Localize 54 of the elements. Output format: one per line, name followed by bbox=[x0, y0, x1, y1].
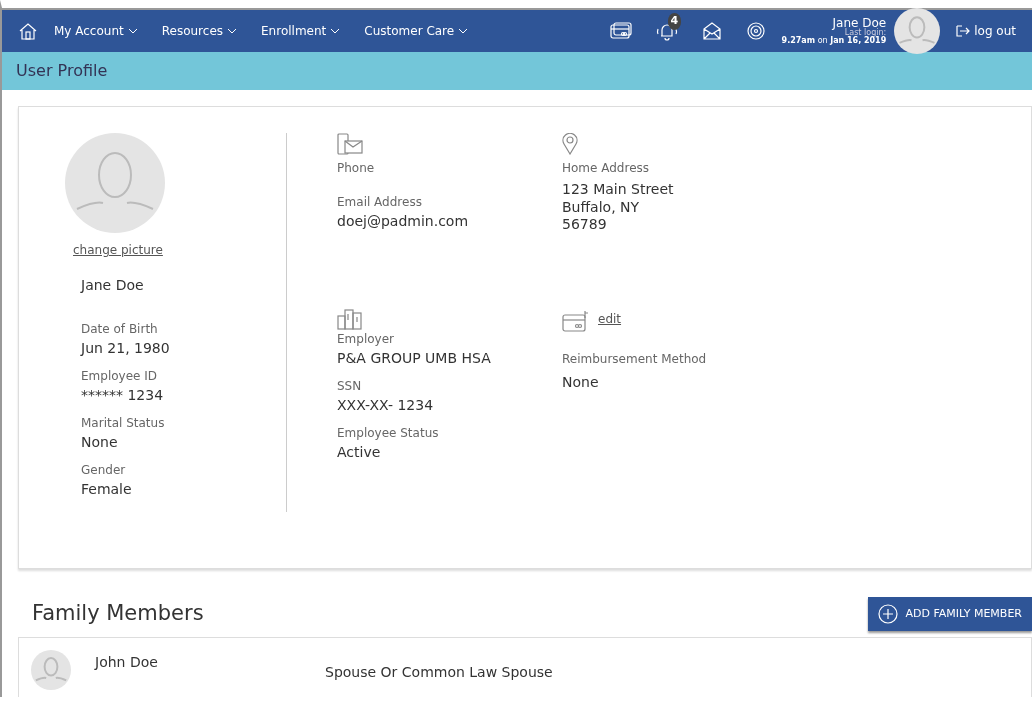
menu-item[interactable]: My Account bbox=[54, 22, 138, 40]
add-family-member-button[interactable]: ADD FAMILY MEMBER bbox=[867, 597, 1032, 631]
field-label: Marital Status bbox=[81, 415, 166, 432]
chevron-down-icon bbox=[458, 28, 469, 34]
field-value: Jun 21, 1980 bbox=[81, 339, 171, 358]
field-value: None bbox=[81, 433, 119, 452]
field-value: doej@padmin.com bbox=[337, 212, 470, 231]
buildings-icon bbox=[337, 308, 363, 330]
field-label: Reimbursement Method bbox=[562, 350, 707, 368]
field-label: SSN bbox=[337, 378, 363, 395]
plus-circle-icon bbox=[877, 604, 898, 624]
logout-link[interactable]: log out bbox=[956, 22, 1016, 40]
user-name: Jane Doe bbox=[831, 17, 887, 29]
menu-item[interactable]: Enrollment bbox=[261, 22, 341, 40]
chevron-down-icon bbox=[127, 28, 138, 34]
field-label: Home Address bbox=[562, 160, 651, 177]
last-login-time: 9.27am on Jan 16, 2019 bbox=[781, 37, 887, 45]
page-title: User Profile bbox=[16, 60, 108, 82]
credit-card-icon[interactable] bbox=[609, 22, 632, 40]
field-value: Female bbox=[81, 480, 133, 499]
field-label: Employer bbox=[337, 331, 395, 348]
notification-count: 4 bbox=[667, 13, 682, 30]
field-label: Phone bbox=[337, 160, 376, 177]
location-pin-icon bbox=[562, 133, 578, 155]
field-value: P&A GROUP UMB HSA bbox=[337, 349, 492, 368]
field-value: None bbox=[562, 372, 600, 392]
section-title: Family Members bbox=[32, 600, 204, 628]
home-icon[interactable] bbox=[18, 22, 38, 40]
field-label: Gender bbox=[81, 462, 127, 479]
member-name: John Doe bbox=[95, 653, 159, 672]
menu-item[interactable]: Customer Care bbox=[364, 22, 469, 40]
profile-name: Jane Doe bbox=[81, 276, 145, 295]
field-value: Active bbox=[337, 443, 382, 462]
field-label: Email Address bbox=[337, 194, 423, 211]
chevron-down-icon bbox=[227, 28, 238, 34]
chevron-down-icon bbox=[330, 28, 341, 34]
last-login-label: Last login: bbox=[844, 29, 887, 37]
phone-envelope-icon bbox=[337, 133, 363, 155]
field-value: XXX-XX- 1234 bbox=[337, 396, 435, 415]
field-label: Employee Status bbox=[337, 425, 440, 442]
member-avatar bbox=[31, 650, 71, 690]
menu-item[interactable]: Resources bbox=[161, 22, 238, 40]
field-label: Employee ID bbox=[81, 368, 159, 385]
settings-icon[interactable] bbox=[745, 21, 766, 41]
member-relation: Spouse Or Common Law Spouse bbox=[325, 663, 553, 682]
user-avatar bbox=[894, 8, 941, 54]
logout-icon bbox=[956, 25, 971, 37]
address-value: 123 Main Street Buffalo, NY 56789 bbox=[562, 181, 675, 234]
change-picture-link[interactable]: change picture bbox=[73, 241, 163, 259]
envelope-icon[interactable] bbox=[701, 21, 722, 41]
field-value: ****** 1234 bbox=[81, 386, 165, 405]
field-label: Date of Birth bbox=[81, 321, 159, 338]
card-reader-icon bbox=[562, 309, 590, 334]
edit-link[interactable]: edit bbox=[598, 309, 622, 328]
